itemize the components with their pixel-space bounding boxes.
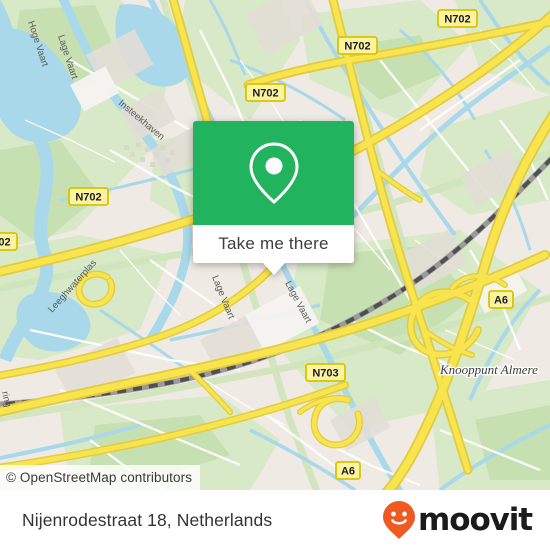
road-shield-n702-2: N702 — [337, 36, 378, 55]
map-canvas[interactable]: Hoge Vaart Lage Vaart Lage Vaart Lage Va… — [0, 0, 550, 490]
road-shield-a6-2: A6 — [335, 461, 361, 480]
take-me-there-label: Take me there — [218, 234, 329, 253]
callout-body: Take me there — [193, 121, 354, 263]
svg-text:N702: N702 — [252, 88, 278, 100]
moovit-smiley-pin-icon — [383, 501, 416, 539]
take-me-there-button[interactable]: Take me there — [193, 225, 354, 263]
callout-marker-panel — [193, 121, 354, 225]
road-shield-a6-1: A6 — [488, 290, 514, 309]
road-shield-n703: N703 — [305, 363, 346, 382]
callout-pointer — [262, 263, 285, 275]
svg-text:A6: A6 — [341, 466, 355, 478]
osm-attribution-text: © OpenStreetMap contributors — [6, 470, 193, 485]
road-shield-n702-1: N702 — [437, 9, 478, 28]
svg-text:N702: N702 — [0, 237, 11, 249]
map-pin-icon — [248, 142, 299, 205]
road-shield-n702-4: N702 — [68, 187, 109, 206]
place-label-knooppunt-almere: Knooppunt Almere — [438, 361, 540, 379]
address-label: Nijenrodestraat 18, Netherlands — [22, 509, 273, 530]
moovit-wordmark: moovit — [418, 502, 533, 538]
road-shield-n702-5-clipped: N702 — [0, 232, 18, 251]
svg-text:N702: N702 — [444, 14, 470, 26]
map-screenshot-root: Hoge Vaart Lage Vaart Lage Vaart Lage Va… — [0, 0, 550, 550]
footer-bar: Nijenrodestraat 18, Netherlands moovit — [0, 490, 550, 550]
svg-text:N702: N702 — [344, 41, 370, 53]
road-shield-n702-3: N702 — [245, 83, 286, 102]
svg-text:N703: N703 — [312, 368, 338, 380]
moovit-logo[interactable]: moovit — [382, 500, 533, 540]
osm-attribution[interactable]: © OpenStreetMap contributors — [0, 465, 201, 490]
location-callout-card[interactable]: Take me there — [193, 121, 354, 275]
svg-text:Knooppunt Almere: Knooppunt Almere — [439, 362, 538, 377]
street-label-ring: ring — [0, 390, 13, 408]
svg-text:A6: A6 — [494, 295, 508, 307]
svg-text:N702: N702 — [75, 192, 101, 204]
